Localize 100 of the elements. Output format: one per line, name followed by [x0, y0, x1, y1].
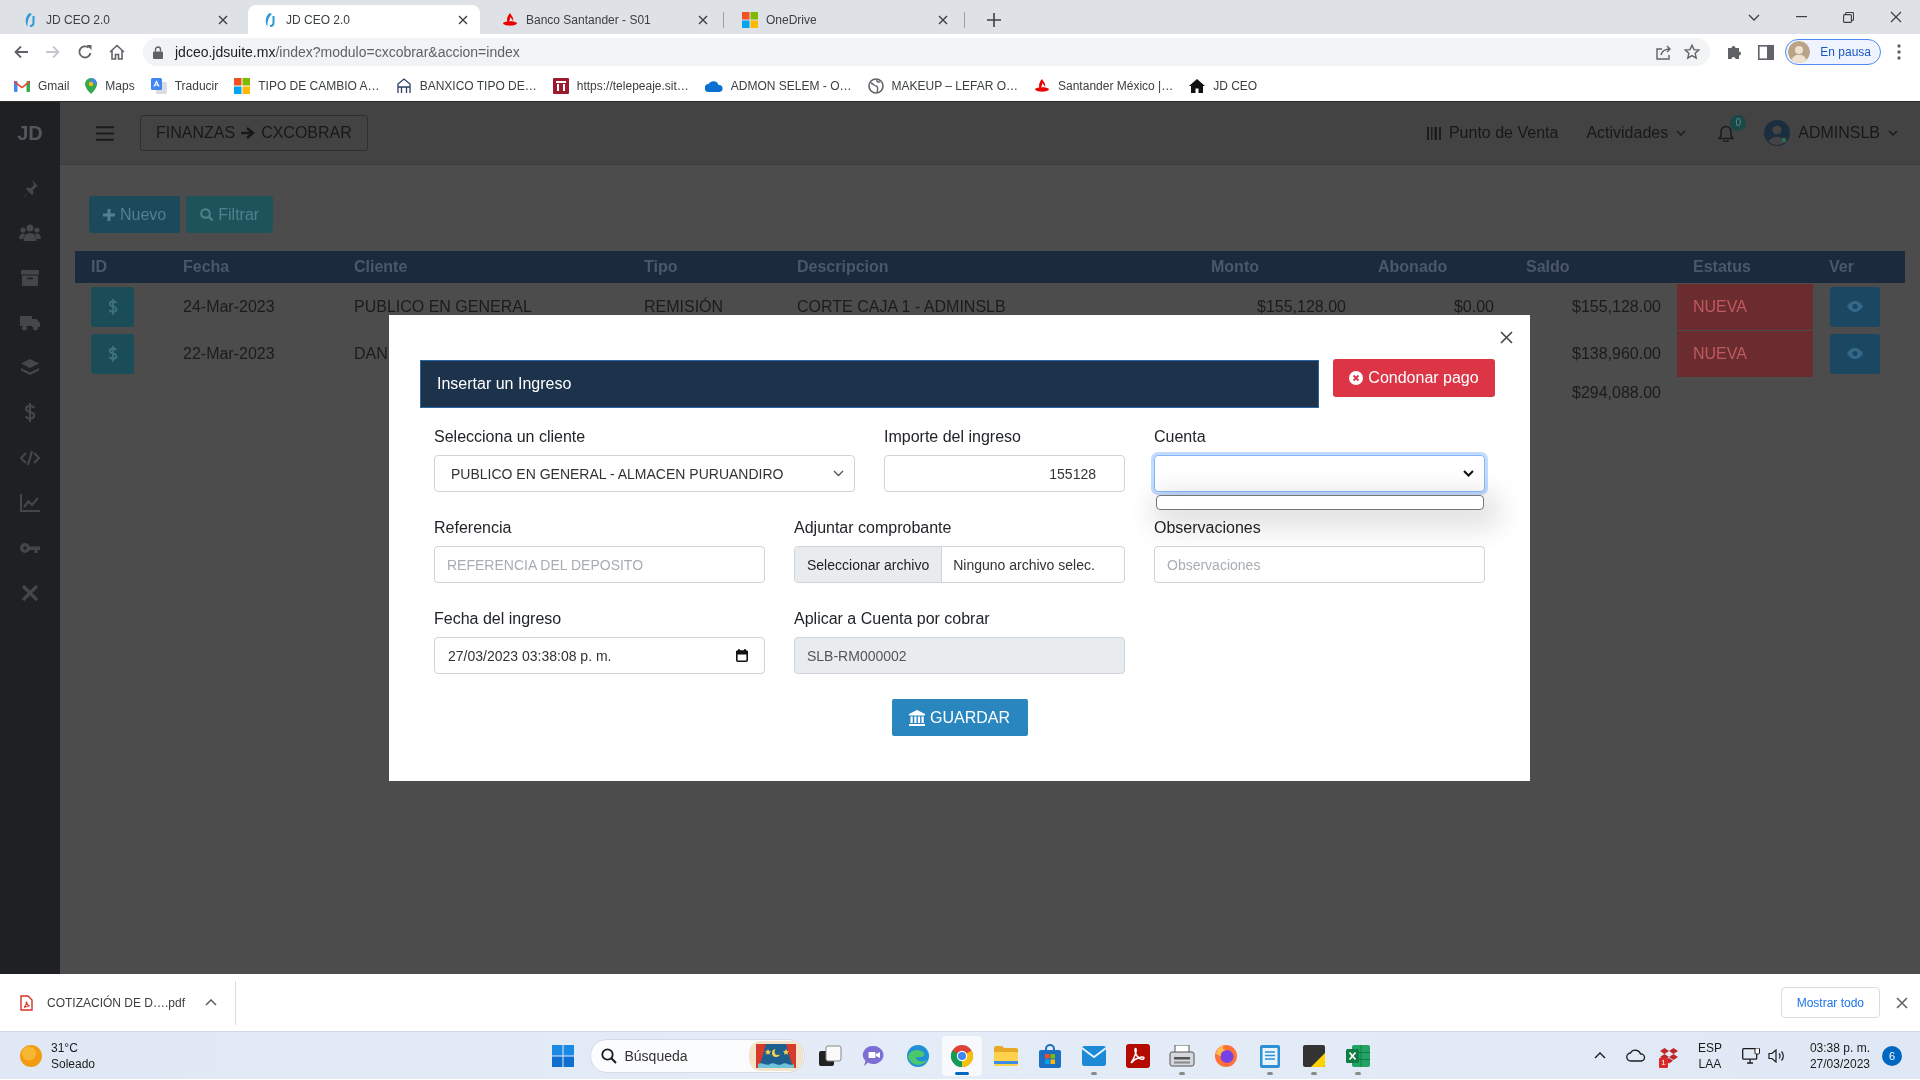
- waive-payment-button[interactable]: Condonar pago: [1333, 359, 1495, 397]
- swirl-icon[interactable]: [905, 1043, 930, 1068]
- eye-icon: [1847, 348, 1863, 359]
- calendar-icon: [736, 649, 748, 662]
- close-icon[interactable]: [218, 14, 228, 25]
- minimize-icon[interactable]: [1796, 16, 1807, 18]
- chevron-down-icon: [1888, 130, 1898, 136]
- eye-icon: [1847, 301, 1863, 312]
- choose-file-button[interactable]: Seleccionar archivo: [795, 547, 943, 582]
- speaker-icon[interactable]: [1767, 1048, 1786, 1063]
- browser-tab[interactable]: JD CEO 2.0: [248, 5, 480, 34]
- tray-badge: 1: [1658, 1057, 1668, 1068]
- save-button[interactable]: GUARDAR: [891, 699, 1028, 736]
- mail-logo-icon: [14, 79, 30, 92]
- profile-button[interactable]: En pausa: [1785, 39, 1881, 65]
- weather-condition: Soleado: [51, 1055, 96, 1072]
- close-icon[interactable]: [938, 14, 948, 25]
- bookmark[interactable]: TIPO DE CAMBIO A…: [226, 71, 388, 100]
- text-field[interactable]: Observaciones: [1154, 546, 1485, 583]
- pdf-file-icon: [20, 994, 33, 1011]
- four-squares-icon: [234, 77, 251, 94]
- share-icon[interactable]: [1656, 44, 1673, 60]
- folder-icon[interactable]: [993, 1045, 1018, 1066]
- dollar-icon: [107, 345, 118, 362]
- dropdown-list[interactable]: [1156, 495, 1484, 510]
- bookmark[interactable]: JD CEO: [1181, 71, 1266, 100]
- field-label: Cuenta: [1154, 427, 1206, 446]
- bookmark[interactable]: BANXICO TIPO DE…: [387, 71, 545, 100]
- circle-x-icon: [1349, 371, 1364, 385]
- field-label: Referencia: [434, 518, 512, 537]
- task-view-icon[interactable]: [817, 1043, 842, 1068]
- sticky-note-icon[interactable]: [1302, 1044, 1325, 1067]
- pdf-icon[interactable]: [1125, 1043, 1150, 1068]
- spreadsheet-icon[interactable]: [1345, 1044, 1370, 1067]
- video-chat-icon[interactable]: [861, 1043, 886, 1068]
- file-name-text: Ninguno archivo selec.: [952, 556, 1095, 573]
- keyboard-layout[interactable]: LAA: [1698, 1055, 1722, 1072]
- search-icon: [200, 208, 214, 221]
- notification-count[interactable]: 6: [1882, 1045, 1902, 1066]
- date-field[interactable]: 27/03/2023 03:38:08 p. m.: [434, 637, 765, 674]
- cloud-icon[interactable]: [1625, 1049, 1646, 1062]
- text-field[interactable]: REFERENCIA DEL DEPOSITO: [434, 546, 765, 583]
- globe-icon: [867, 77, 884, 94]
- side-panel-icon[interactable]: [1758, 44, 1775, 60]
- bookmark[interactable]: Traducir: [142, 71, 227, 100]
- bookmark[interactable]: Gmail: [6, 71, 78, 100]
- language-code[interactable]: ESP: [1697, 1039, 1722, 1056]
- close-icon[interactable]: [1500, 331, 1513, 344]
- mail-icon[interactable]: [1081, 1045, 1106, 1066]
- form-title: Insertar un Ingreso: [420, 360, 1319, 408]
- cloud-icon: [704, 79, 723, 92]
- map-pin-icon: [85, 77, 98, 94]
- lock-icon: [153, 45, 163, 59]
- close-icon[interactable]: [698, 14, 708, 25]
- back-icon[interactable]: [13, 44, 29, 60]
- address-bar[interactable]: jdceo.jdsuite.mx/index?modulo=cxcobrar&accion=index: [143, 38, 1711, 66]
- select-field[interactable]: PUBLICO EN GENERAL - ALMACEN PURUANDIRO: [434, 455, 855, 492]
- plus-icon[interactable]: [987, 12, 1001, 27]
- restore-icon[interactable]: [1843, 11, 1854, 23]
- notification-badge: 0: [1730, 114, 1747, 131]
- bookmark[interactable]: https://telepeaje.sit…: [544, 71, 697, 100]
- status-cell: NUEVA: [1677, 283, 1813, 330]
- star-icon[interactable]: [1684, 44, 1701, 60]
- browser-tab[interactable]: JD CEO 2.0: [8, 5, 240, 34]
- close-icon[interactable]: [458, 14, 468, 25]
- bookmark[interactable]: ADMON SELEM - O…: [696, 71, 860, 100]
- monitor-icon[interactable]: [1741, 1047, 1760, 1064]
- browser-tab[interactable]: Banco Santander - S01: [488, 5, 720, 34]
- close-icon[interactable]: [1890, 11, 1902, 23]
- chevron-down-icon: [1463, 470, 1474, 477]
- flame-globe-icon[interactable]: [1213, 1043, 1238, 1068]
- home-icon[interactable]: [109, 44, 125, 60]
- reload-icon[interactable]: [77, 44, 93, 60]
- arrow-right-icon: [241, 127, 256, 139]
- windows-logo-icon: [551, 1044, 574, 1067]
- clock-date[interactable]: 27/03/2023: [1809, 1055, 1870, 1072]
- notepad-icon[interactable]: [1259, 1043, 1280, 1068]
- search-field[interactable]: Búsqueda: [589, 1038, 805, 1073]
- round-logo-icon[interactable]: [949, 1043, 974, 1068]
- puzzle-icon[interactable]: [1726, 44, 1743, 60]
- search-icon: [600, 1047, 617, 1064]
- clock-time[interactable]: 03:38 p. m.: [1809, 1039, 1870, 1056]
- bookmark[interactable]: Maps: [77, 71, 143, 100]
- sun-icon: [20, 1044, 42, 1067]
- tile-logo-icon: [552, 77, 569, 94]
- select-field[interactable]: [1154, 455, 1485, 492]
- download-file-name[interactable]: COTIZACIÓN DE D….pdf: [47, 995, 186, 1010]
- chevron-down-icon[interactable]: [1748, 13, 1760, 21]
- dollar-icon: [107, 298, 118, 315]
- more-icon[interactable]: [1897, 44, 1901, 60]
- bookmark[interactable]: MAKEUP – LEFAR O…: [859, 71, 1026, 100]
- number-field[interactable]: 155128: [884, 455, 1125, 492]
- chevron-up-icon[interactable]: [1593, 1052, 1606, 1059]
- printer-icon[interactable]: [1168, 1044, 1195, 1067]
- field-label: Observaciones: [1154, 518, 1261, 537]
- chevron-up-icon[interactable]: [205, 999, 218, 1006]
- shopping-bag-icon[interactable]: [1038, 1043, 1061, 1068]
- bookmark[interactable]: Santander México |…: [1026, 71, 1182, 100]
- show-all-button[interactable]: Mostrar todo: [1780, 987, 1880, 1018]
- close-icon[interactable]: [1896, 996, 1908, 1009]
